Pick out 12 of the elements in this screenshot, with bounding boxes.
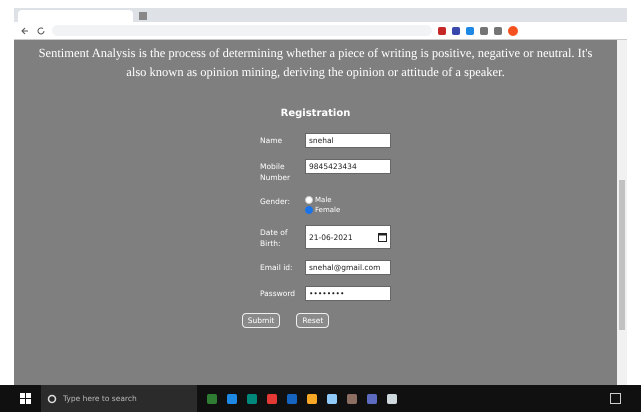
profile-avatar[interactable] [508, 26, 518, 36]
notification-icon[interactable] [610, 393, 621, 404]
form-title: Registration [280, 108, 350, 119]
radio-button[interactable] [305, 206, 313, 214]
radio-button[interactable] [305, 196, 313, 204]
reload-icon[interactable] [36, 26, 46, 36]
calendar-icon[interactable] [378, 232, 387, 242]
windows-start-icon[interactable] [20, 393, 31, 404]
back-icon[interactable] [20, 26, 30, 36]
scrollbar[interactable] [617, 40, 627, 385]
search-icon [47, 394, 57, 404]
intro-paragraph: Sentiment Analysis is the process of determining whether a piece of writing is positive, negative or neutral. It's also known as opinion mining, deriving the opinion or attitude of a speaker. [38, 45, 594, 81]
